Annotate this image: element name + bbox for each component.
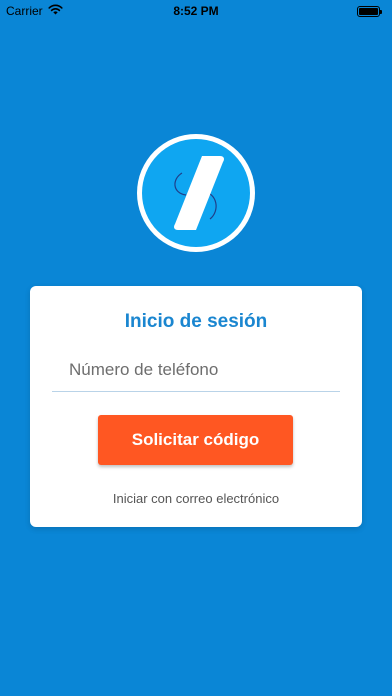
email-login-link[interactable]: Iniciar con correo electrónico [30,491,362,506]
login-card: Inicio de sesión Solicitar código Inicia… [30,286,362,527]
battery-icon [357,5,382,17]
request-code-button[interactable]: Solicitar código [98,415,293,465]
login-title: Inicio de sesión [124,311,268,332]
status-time: 8:52 PM [173,4,219,18]
app-logo [134,131,258,255]
phone-input[interactable] [52,348,340,392]
status-bar: Carrier 8:52 PM [0,0,392,22]
